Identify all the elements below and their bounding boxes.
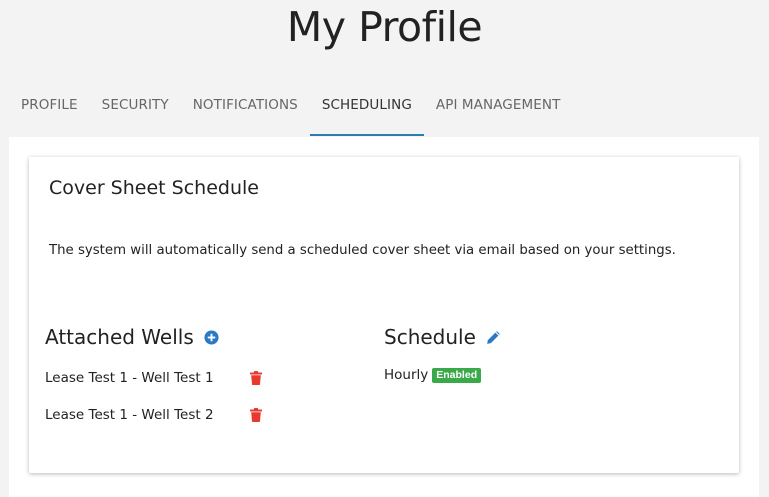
- profile-tabs: PROFILE SECURITY NOTIFICATIONS SCHEDULIN…: [9, 84, 572, 136]
- schedule-detail: Hourly Enabled: [384, 367, 482, 383]
- schedule-section: Schedule: [384, 325, 501, 349]
- tab-security[interactable]: SECURITY: [90, 84, 181, 134]
- cover-sheet-schedule-card: Cover Sheet Schedule The system will aut…: [29, 157, 739, 473]
- card-description: The system will automatically send a sch…: [49, 243, 676, 258]
- schedule-heading: Schedule: [384, 325, 476, 349]
- tab-api-management[interactable]: API MANAGEMENT: [424, 84, 573, 134]
- list-item: Lease Test 1 - Well Test 2: [45, 407, 262, 423]
- status-badge: Enabled: [432, 367, 482, 383]
- pencil-icon[interactable]: [486, 330, 501, 345]
- trash-icon[interactable]: [250, 408, 262, 422]
- tab-notifications[interactable]: NOTIFICATIONS: [181, 84, 310, 134]
- attached-wells-heading: Attached Wells: [45, 325, 194, 349]
- well-label: Lease Test 1 - Well Test 2: [45, 407, 214, 423]
- attached-wells-section: Attached Wells: [45, 325, 219, 349]
- list-item: Lease Test 1 - Well Test 1: [45, 370, 262, 386]
- tab-profile[interactable]: PROFILE: [9, 84, 90, 134]
- tab-scheduling[interactable]: SCHEDULING: [309, 84, 424, 136]
- well-label: Lease Test 1 - Well Test 1: [45, 370, 214, 386]
- tab-content-panel: Cover Sheet Schedule The system will aut…: [9, 137, 759, 497]
- plus-circle-icon[interactable]: [204, 329, 219, 345]
- trash-icon[interactable]: [250, 371, 262, 385]
- schedule-frequency: Hourly: [384, 367, 429, 383]
- page-title: My Profile: [286, 3, 483, 51]
- card-title: Cover Sheet Schedule: [49, 177, 259, 199]
